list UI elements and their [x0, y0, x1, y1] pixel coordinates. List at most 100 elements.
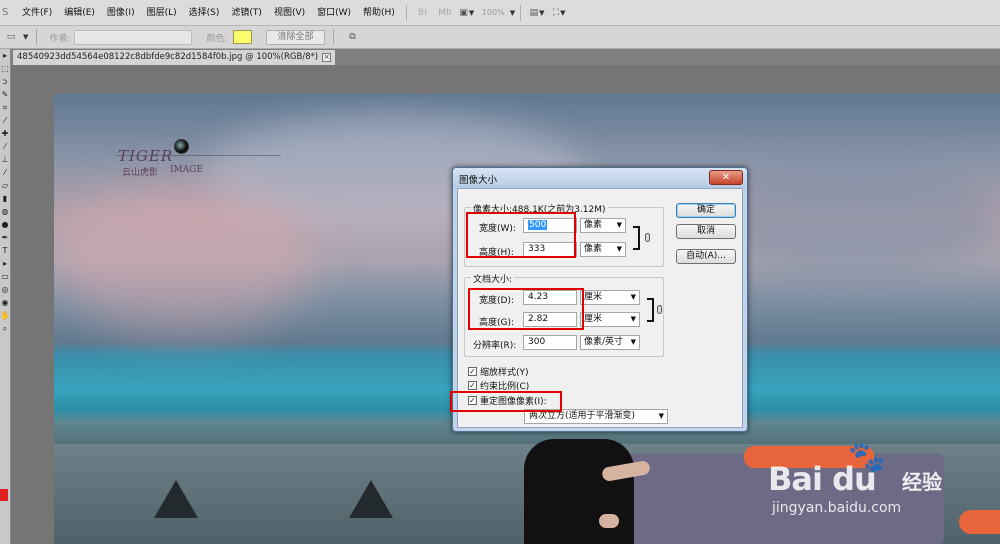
- chain-link-icon: [645, 233, 650, 242]
- person: [524, 439, 634, 544]
- menu-view[interactable]: 视图(V): [268, 0, 311, 26]
- annotation-box-pixel-dimensions: [466, 212, 576, 258]
- dialog-body: 像素大小:488.1K(之前为3.12M) 宽度(W): 500 像素 ▼ 高度(…: [450, 188, 743, 428]
- zoom-level[interactable]: 100%: [478, 8, 509, 17]
- scale-styles-checkbox[interactable]: ✓: [468, 367, 477, 376]
- crop-tool-icon[interactable]: ⌗: [0, 103, 10, 113]
- close-icon[interactable]: ×: [322, 53, 332, 62]
- options-separator: [36, 29, 38, 45]
- doc-height-unit: 厘米: [584, 314, 603, 324]
- document-size-legend: 文档大小:: [471, 272, 515, 285]
- arrange-documents-icon[interactable]: ▤ ▼: [526, 4, 548, 22]
- logo-word: TIGER: [118, 147, 174, 165]
- resolution-unit-select[interactable]: 像素/英寸 ▼: [580, 335, 640, 350]
- menu-help[interactable]: 帮助(H): [357, 0, 401, 26]
- gradient-tool-icon[interactable]: ▮: [0, 194, 10, 204]
- baidu-jingyan-text: 经验: [902, 470, 942, 494]
- foreground-color-swatch[interactable]: [0, 489, 8, 501]
- document-tab-title: 48540923dd54564e08122c8dbfde9c82d1584f0b…: [17, 52, 319, 62]
- shape-tool-icon[interactable]: ▭: [0, 272, 10, 282]
- doc-height-unit-select[interactable]: 厘米 ▼: [580, 312, 640, 327]
- cushion: [959, 510, 1000, 534]
- baidu-paw-icon: 🐾: [848, 440, 886, 475]
- hand-tool-icon[interactable]: ✋: [0, 311, 10, 321]
- chevron-down-icon[interactable]: ▼: [23, 33, 28, 41]
- constrain-proportions-checkbox[interactable]: ✓: [468, 381, 477, 390]
- auto-button[interactable]: 自动(A)...: [676, 249, 736, 264]
- healing-tool-icon[interactable]: ✚: [0, 129, 10, 139]
- cancel-button[interactable]: 取消: [676, 224, 736, 239]
- notes-panel-icon[interactable]: ⧉: [342, 28, 364, 46]
- color-label: 颜色:: [206, 33, 228, 44]
- menu-select[interactable]: 选择(S): [183, 0, 226, 26]
- person-hand: [599, 514, 619, 528]
- wall-triangle: [349, 480, 393, 518]
- eyedropper-tool-icon[interactable]: ⁄: [0, 116, 10, 126]
- note-tool-icon[interactable]: ▭: [0, 28, 22, 46]
- mini-bridge-icon[interactable]: Mb: [434, 4, 456, 22]
- resolution-label: 分辨率(R):: [473, 341, 517, 351]
- history-brush-tool-icon[interactable]: ⁄: [0, 168, 10, 178]
- constrain-link-bracket: [633, 226, 640, 250]
- brush-tool-icon[interactable]: ⁄: [0, 142, 10, 152]
- chevron-down-icon: ▼: [539, 8, 545, 17]
- blur-tool-icon[interactable]: ◍: [0, 207, 10, 217]
- screen-mode-icon[interactable]: ⛶ ▼: [548, 4, 570, 22]
- lasso-tool-icon[interactable]: ↄ: [0, 77, 10, 87]
- menu-filter[interactable]: 滤镜(T): [225, 0, 268, 26]
- ok-button[interactable]: 确定: [676, 203, 736, 218]
- type-tool-icon[interactable]: T: [0, 246, 10, 256]
- chevron-down-icon: ▼: [630, 293, 636, 301]
- menu-separator: [520, 4, 522, 21]
- cloud: [704, 164, 1000, 274]
- image-size-dialog: 图像大小 ✕ 像素大小:488.1K(之前为3.12M) 宽度(W): 500 …: [450, 167, 748, 432]
- chevron-down-icon: ▼: [560, 8, 566, 17]
- menu-file[interactable]: 文件(F): [16, 0, 58, 26]
- note-color-swatch[interactable]: [233, 30, 253, 44]
- dialog-titlebar[interactable]: 图像大小 ✕: [453, 168, 747, 188]
- 3d-orbit-tool-icon[interactable]: ◉: [0, 298, 10, 308]
- view-extras-icon[interactable]: ▣ ▼: [456, 4, 478, 22]
- cloud: [54, 184, 314, 334]
- resolution-input[interactable]: 300: [523, 335, 577, 350]
- baidu-url: jingyan.baidu.com: [772, 500, 902, 516]
- document-tab[interactable]: 48540923dd54564e08122c8dbfde9c82d1584f0b…: [13, 50, 336, 65]
- pixel-height-unit: 像素: [584, 244, 603, 254]
- document-tab-bar: 48540923dd54564e08122c8dbfde9c82d1584f0b…: [11, 49, 1000, 65]
- photoshop-logo-icon: S: [2, 7, 9, 18]
- zoom-tool-icon[interactable]: ⌕: [0, 324, 10, 334]
- pen-tool-icon[interactable]: ✒: [0, 233, 10, 243]
- annotation-box-resample: [450, 391, 562, 412]
- close-icon[interactable]: ✕: [709, 170, 743, 185]
- dodge-tool-icon[interactable]: ●: [0, 220, 10, 230]
- resample-method-value: 两次立方(适用于平滑渐变): [529, 411, 636, 421]
- move-tool-icon[interactable]: ▸: [0, 51, 10, 61]
- marquee-tool-icon[interactable]: ⬚: [0, 64, 10, 74]
- clear-all-button[interactable]: 清除全部: [266, 29, 325, 45]
- pixel-height-unit-select[interactable]: 像素 ▼: [580, 242, 626, 257]
- options-separator: [332, 29, 334, 45]
- baidu-jingyan-watermark: Bai du 🐾 经验 jingyan.baidu.com: [760, 440, 960, 530]
- scale-styles-checkbox-row[interactable]: ✓ 缩放样式(Y): [468, 365, 529, 378]
- menu-bar: S 文件(F) 编辑(E) 图像(I) 图层(L) 选择(S) 滤镜(T) 视图…: [0, 0, 1000, 26]
- menu-layer[interactable]: 图层(L): [141, 0, 183, 26]
- camera-lens-icon: [174, 139, 189, 154]
- menu-edit[interactable]: 编辑(E): [58, 0, 101, 26]
- path-select-tool-icon[interactable]: ▸: [0, 259, 10, 269]
- quick-select-tool-icon[interactable]: ✎: [0, 90, 10, 100]
- chevron-down-icon[interactable]: ▼: [510, 9, 515, 17]
- doc-width-unit-select[interactable]: 厘米 ▼: [580, 290, 640, 305]
- stamp-tool-icon[interactable]: ⊥: [0, 155, 10, 165]
- scale-styles-label: 缩放样式(Y): [480, 368, 529, 378]
- menu-image[interactable]: 图像(I): [101, 0, 141, 26]
- menu-window[interactable]: 窗口(W): [311, 0, 357, 26]
- chain-link-icon: [657, 305, 662, 314]
- bridge-icon[interactable]: Br: [412, 4, 434, 22]
- wall-triangle: [154, 480, 198, 518]
- chevron-down-icon: ▼: [630, 338, 636, 346]
- author-input[interactable]: [74, 29, 193, 45]
- menu-separator: [405, 4, 407, 21]
- eraser-tool-icon[interactable]: ▱: [0, 181, 10, 191]
- pixel-width-unit-select[interactable]: 像素 ▼: [580, 218, 626, 233]
- 3d-rotate-tool-icon[interactable]: ◎: [0, 285, 10, 295]
